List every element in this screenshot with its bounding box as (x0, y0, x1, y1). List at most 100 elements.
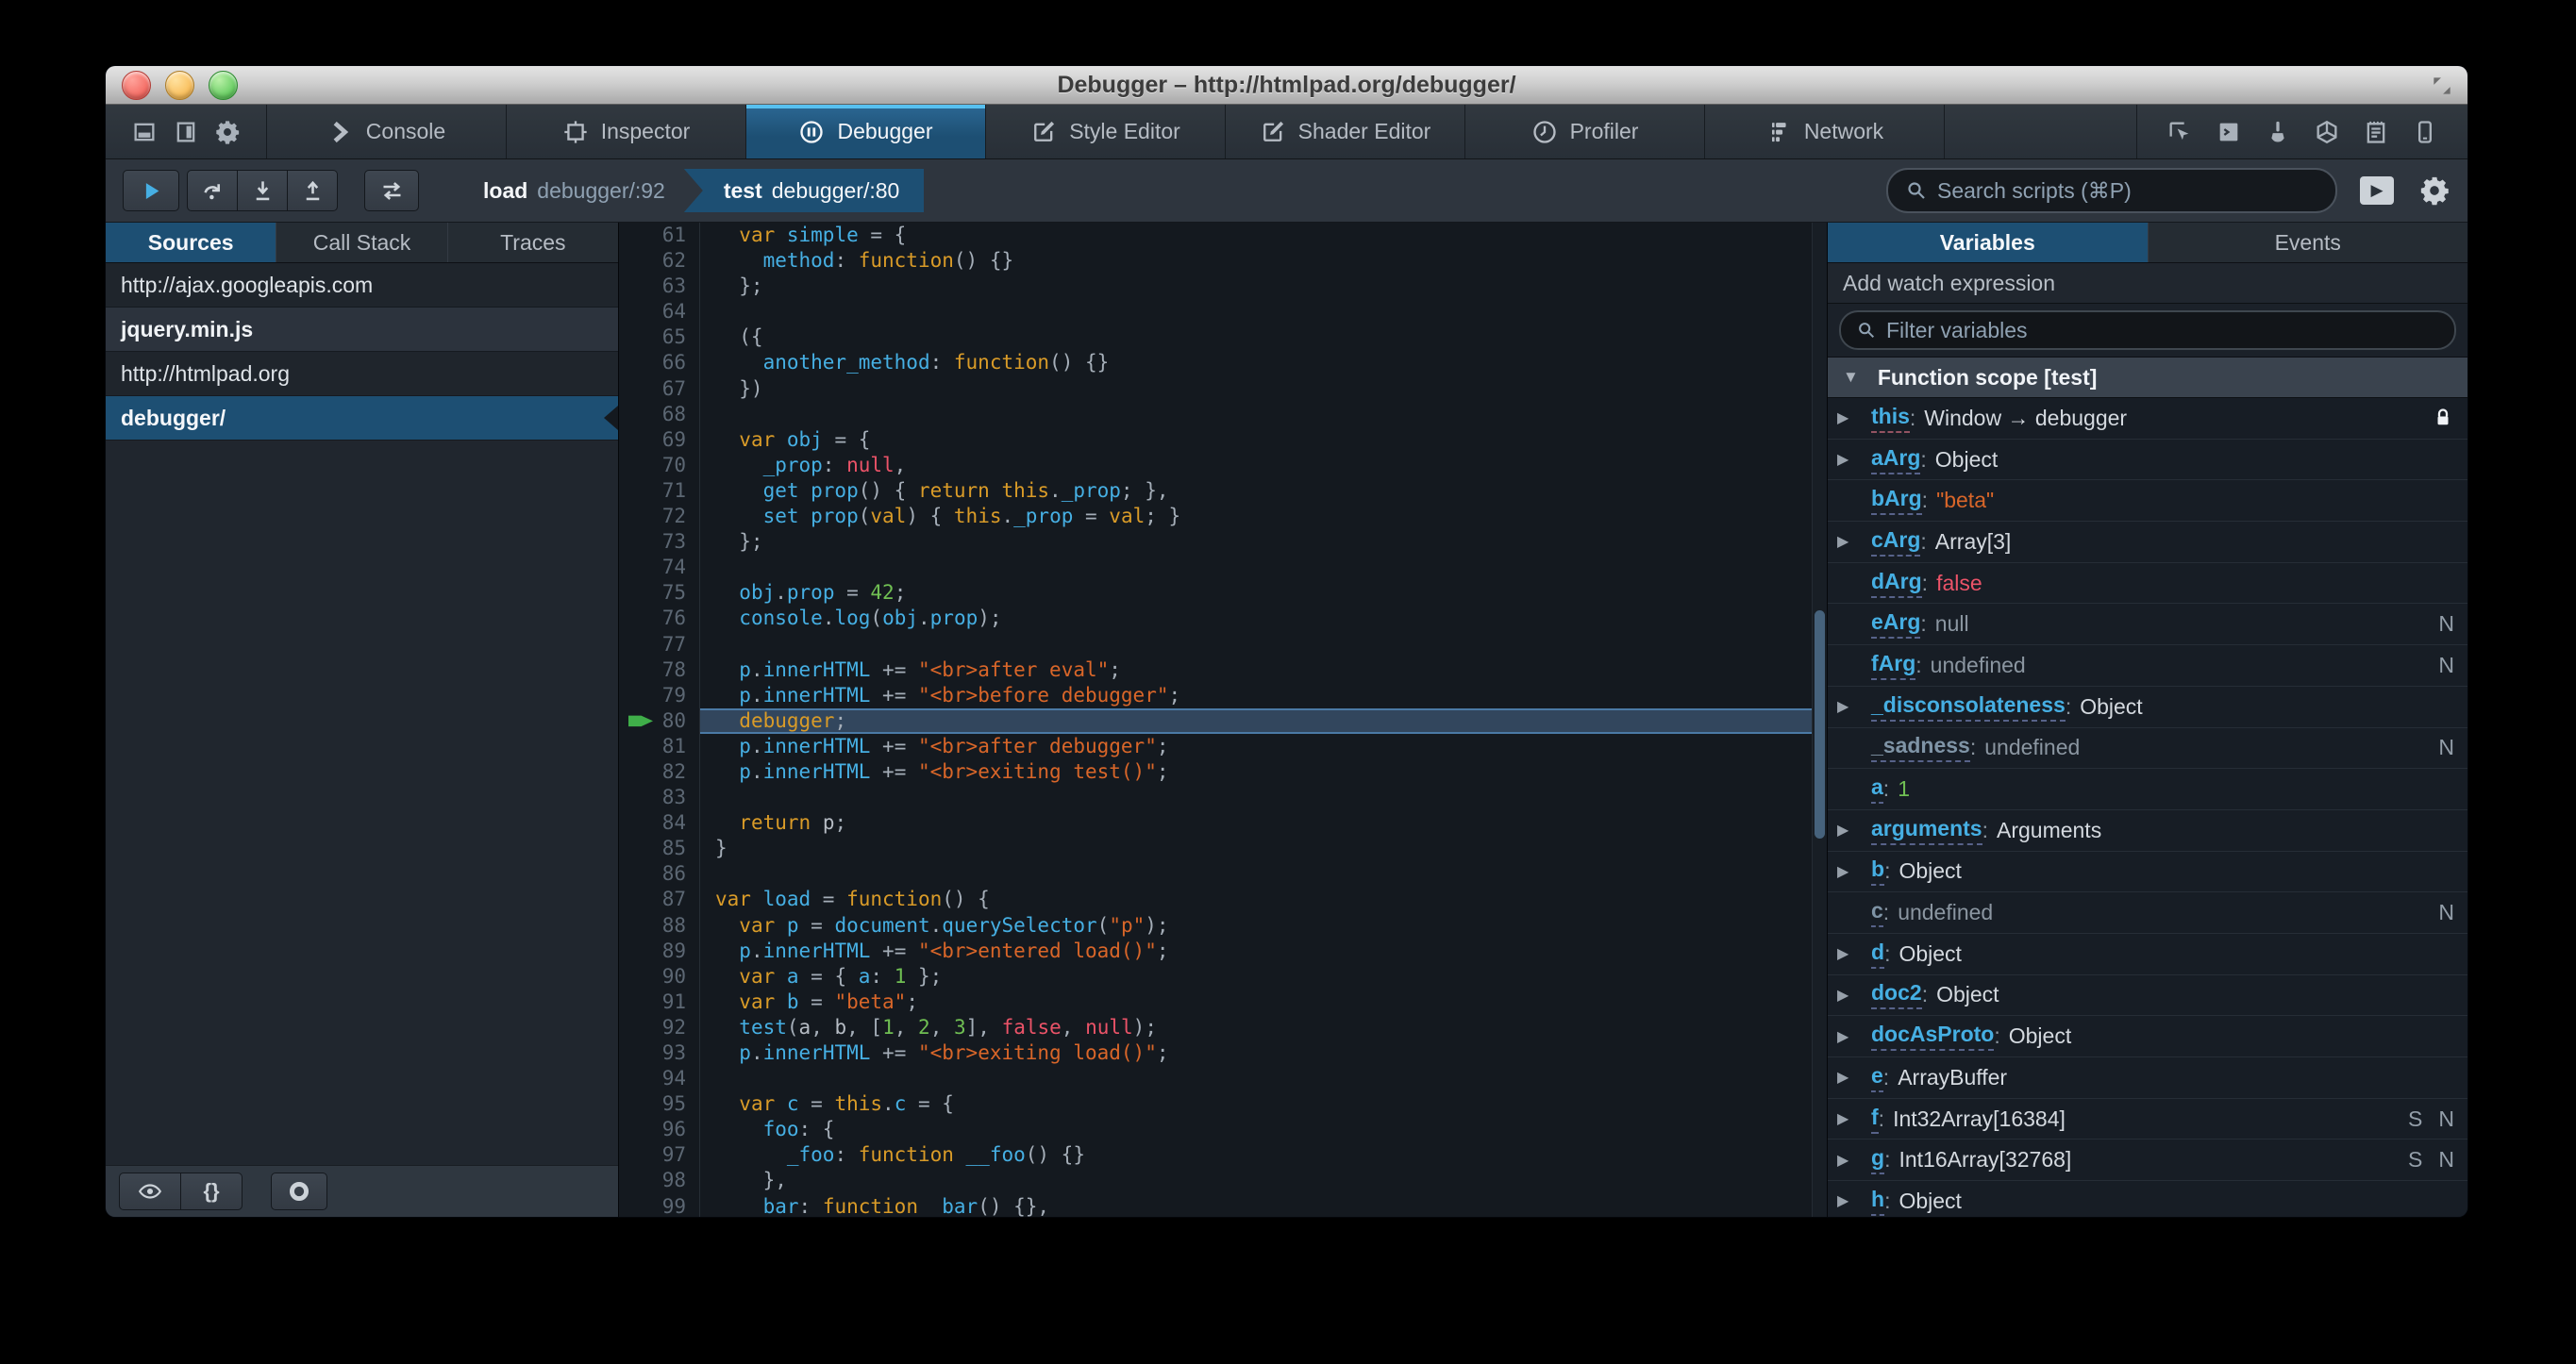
line-number[interactable]: 74 (619, 555, 700, 581)
variable-row-h[interactable]: ▶ h: Object (1828, 1181, 2467, 1217)
editor-scrollbar[interactable] (1812, 223, 1827, 1217)
fullscreen-icon[interactable] (2430, 74, 2454, 98)
line-number[interactable]: 94 (619, 1066, 700, 1092)
close-window-button[interactable] (122, 71, 151, 100)
add-watch-expression[interactable]: Add watch expression (1828, 263, 2467, 304)
line-number[interactable]: 92 (619, 1014, 700, 1040)
code-line-95[interactable]: 95 var c = this.c = { (619, 1091, 1827, 1118)
line-number[interactable]: 95 (619, 1091, 700, 1118)
code-line-98[interactable]: 98 }, (619, 1168, 1827, 1194)
line-number[interactable]: 76 (619, 606, 700, 632)
expander-arrow-icon[interactable]: ▶ (1837, 1109, 1871, 1128)
line-number[interactable]: 73 (619, 529, 700, 556)
line-number[interactable]: 98 (619, 1168, 700, 1194)
line-number[interactable]: 70 (619, 452, 700, 478)
code-line-67[interactable]: 67 }) (619, 375, 1827, 402)
breadcrumb-test[interactable]: test debugger/:80 (683, 169, 925, 212)
tab-style-editor[interactable]: Style Editor (986, 105, 1226, 158)
code-line-64[interactable]: 64 (619, 299, 1827, 325)
scope-header[interactable]: ▼ Function scope [test] (1828, 358, 2467, 398)
code-line-85[interactable]: 85} (619, 836, 1827, 862)
variable-row-this[interactable]: ▶ this: Window → debugger (1828, 398, 2467, 440)
code-line-90[interactable]: 90 var a = { a: 1 }; (619, 963, 1827, 990)
code-line-73[interactable]: 73 }; (619, 529, 1827, 556)
code-line-83[interactable]: 83 (619, 785, 1827, 811)
line-number[interactable]: 72 (619, 504, 700, 530)
tab-variables[interactable]: Variables (1828, 223, 2148, 262)
line-number[interactable]: 69 (619, 426, 700, 453)
variable-row-_disconsolateness[interactable]: ▶ _disconsolateness: Object (1828, 686, 2467, 728)
tab-debugger[interactable]: Debugger (746, 105, 986, 158)
code-line-65[interactable]: 65 ({ (619, 324, 1827, 351)
source-item[interactable]: debugger/ (106, 396, 618, 441)
variable-row-arguments[interactable]: ▶ arguments: Arguments (1828, 809, 2467, 852)
code-line-71[interactable]: 71 get prop() { return this._prop; }, (619, 477, 1827, 505)
line-number[interactable]: 67 (619, 375, 700, 402)
code-line-79[interactable]: 79 p.innerHTML += "<br>before debugger"; (619, 682, 1827, 708)
variable-row-bArg[interactable]: bArg: "beta" (1828, 480, 2467, 523)
source-item[interactable]: jquery.min.js (106, 308, 618, 352)
variable-row-b[interactable]: ▶ b: Object (1828, 851, 2467, 893)
step-out-button[interactable] (288, 170, 338, 211)
line-number[interactable]: 77 (619, 631, 700, 657)
line-number[interactable]: 71 (619, 477, 700, 505)
code-line-84[interactable]: 84 return p; (619, 810, 1827, 837)
filter-variables-input[interactable]: Filter variables (1839, 310, 2456, 350)
code-line-69[interactable]: 69 var obj = { (619, 426, 1827, 453)
code-line-63[interactable]: 63 }; (619, 274, 1827, 300)
variable-row-f[interactable]: ▶ f: Int32Array[16384] S N (1828, 1098, 2467, 1140)
line-number[interactable]: 63 (619, 274, 700, 300)
code-line-74[interactable]: 74 (619, 555, 1827, 581)
editor-scrollbar-thumb[interactable] (1815, 610, 1825, 840)
line-number[interactable]: 66 (619, 350, 700, 376)
tab-traces[interactable]: Traces (446, 223, 618, 262)
code-line-76[interactable]: 76 console.log(obj.prop); (619, 606, 1827, 632)
expander-arrow-icon[interactable]: ▶ (1837, 450, 1871, 469)
toggle-breakpoints-button[interactable] (364, 170, 419, 211)
toolbox-options-gear-icon[interactable] (213, 118, 242, 146)
line-number[interactable]: 62 (619, 248, 700, 274)
code-line-78[interactable]: 78 p.innerHTML += "<br>after eval"; (619, 657, 1827, 683)
expander-arrow-icon[interactable]: ▶ (1837, 1191, 1871, 1210)
source-item[interactable]: http://htmlpad.org (106, 352, 618, 396)
code-line-77[interactable]: 77 (619, 631, 1827, 657)
variable-row-_sadness[interactable]: _sadness: undefined N (1828, 727, 2467, 770)
paintbrush-icon[interactable] (2264, 118, 2292, 146)
line-number[interactable]: 93 (619, 1040, 700, 1067)
expander-arrow-icon[interactable]: ▶ (1837, 986, 1871, 1005)
line-number[interactable]: 65 (619, 324, 700, 351)
code-line-62[interactable]: 62 method: function() {} (619, 248, 1827, 274)
code-line-68[interactable]: 68 (619, 401, 1827, 427)
step-in-button[interactable] (238, 170, 288, 211)
line-number[interactable]: 78 (619, 657, 700, 683)
code-line-92[interactable]: 92 test(a, b, [1, 2, 3], false, null); (619, 1014, 1827, 1040)
variable-row-doc2[interactable]: ▶ doc2: Object (1828, 974, 2467, 1017)
code-line-88[interactable]: 88 var p = document.querySelector("p"); (619, 912, 1827, 939)
split-console-icon[interactable] (2215, 118, 2243, 146)
variable-row-a[interactable]: a: 1 (1828, 769, 2467, 810)
toggle-tracing-button[interactable] (271, 1173, 327, 1210)
code-line-72[interactable]: 72 set prop(val) { this._prop = val; } (619, 504, 1827, 530)
tab-console[interactable]: Console (267, 105, 507, 158)
minimize-window-button[interactable] (165, 71, 194, 100)
expander-arrow-icon[interactable]: ▶ (1837, 1068, 1871, 1087)
line-number[interactable]: 84 (619, 810, 700, 837)
line-number[interactable]: 83 (619, 785, 700, 811)
variable-row-d[interactable]: ▶ d: Object (1828, 933, 2467, 975)
line-number[interactable]: 79 (619, 682, 700, 708)
code-line-99[interactable]: 99 bar: function _bar() {}, (619, 1193, 1827, 1217)
dock-side-icon[interactable] (172, 118, 200, 146)
resume-button[interactable] (123, 170, 179, 211)
blackbox-source-button[interactable] (119, 1173, 181, 1210)
tab-network[interactable]: Network (1705, 105, 1945, 158)
source-editor[interactable]: 61 var simple = {62 method: function() {… (619, 223, 1827, 1217)
expander-arrow-icon[interactable]: ▶ (1837, 1151, 1871, 1170)
line-number[interactable]: 90 (619, 963, 700, 990)
debugger-options-gear-icon[interactable] (2418, 175, 2451, 207)
code-line-80[interactable]: 80 debugger; (619, 707, 1827, 734)
toggle-panes-button[interactable]: ▶ (2360, 176, 2394, 205)
variable-row-eArg[interactable]: eArg: null N (1828, 604, 2467, 646)
scratchpad-icon[interactable] (2362, 118, 2390, 146)
line-number[interactable]: 89 (619, 938, 700, 964)
code-line-91[interactable]: 91 var b = "beta"; (619, 989, 1827, 1015)
